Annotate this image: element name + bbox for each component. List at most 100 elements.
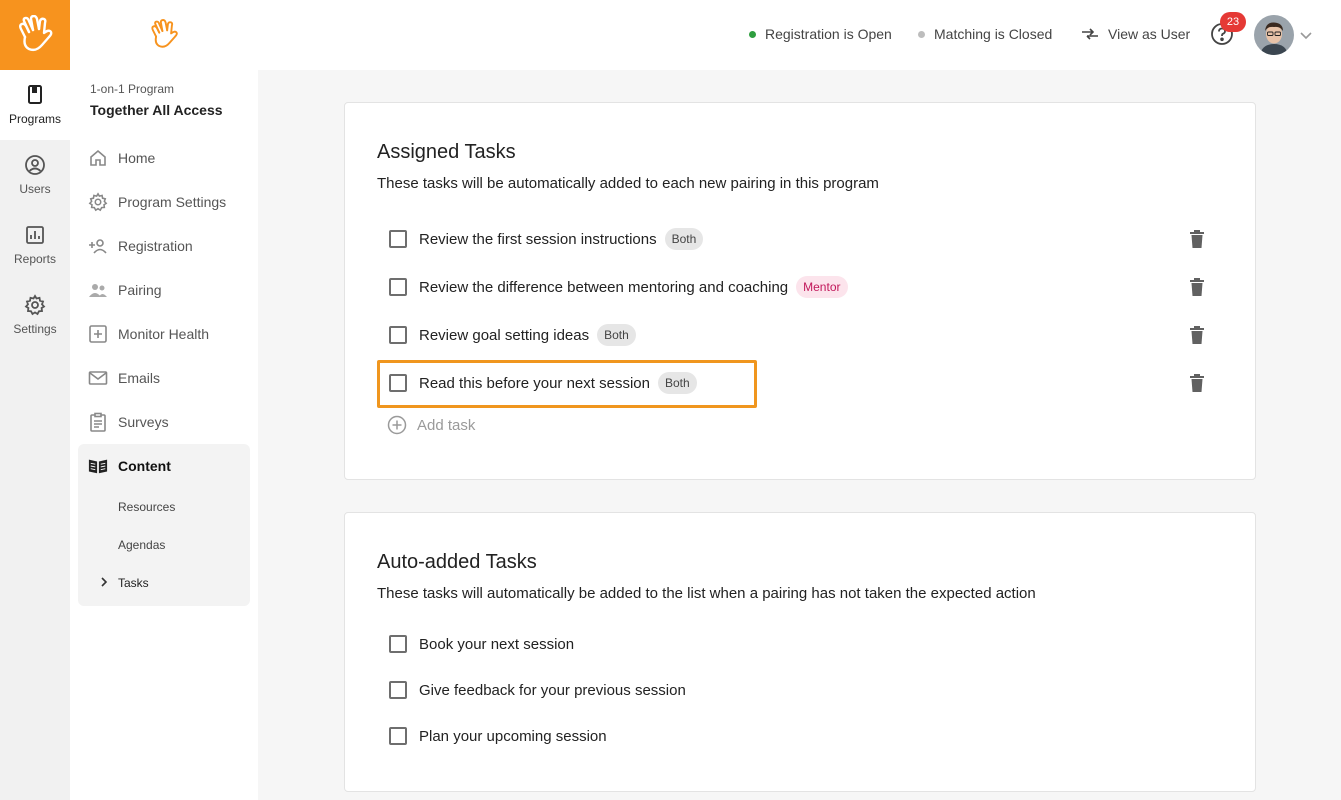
- rail-reports[interactable]: Reports: [0, 210, 70, 280]
- rail-label-programs: Programs: [8, 112, 61, 126]
- nav-label-content: Content: [118, 458, 171, 474]
- nav-group-content: Content Resources Agendas Tasks: [78, 444, 250, 606]
- hand-logo-icon: [151, 19, 178, 48]
- task-checkbox[interactable]: [389, 635, 407, 653]
- status-open-dot: [749, 30, 756, 38]
- add-task-button[interactable]: Add task: [387, 415, 475, 435]
- task-checkbox[interactable]: [389, 681, 407, 699]
- nav-item-registration[interactable]: Registration: [78, 224, 250, 268]
- user-avatar-icon: [1254, 15, 1294, 55]
- role-badge: Both: [657, 372, 697, 394]
- program-name: Together All Access: [90, 102, 223, 118]
- user-circle-icon: [25, 155, 45, 175]
- sub-label-resources: Resources: [118, 500, 176, 514]
- trash-icon[interactable]: [1187, 372, 1207, 394]
- nav-item-program-settings[interactable]: Program Settings: [78, 180, 250, 224]
- hand-logo-icon: [19, 15, 53, 52]
- plus-square-icon: [89, 325, 107, 343]
- add-user-icon: [89, 239, 107, 254]
- view-as-user-button[interactable]: View as User: [1081, 26, 1190, 42]
- task-label[interactable]: Review the first session instructions: [419, 231, 657, 248]
- view-as-user-label: View as User: [1108, 26, 1191, 42]
- task-row: Give feedback for your previous session: [389, 676, 686, 704]
- task-row: Read this before your next session Both: [389, 369, 697, 397]
- chevron-right-icon: [101, 577, 108, 587]
- task-checkbox[interactable]: [389, 374, 407, 392]
- registration-status-label: Registration is Open: [765, 26, 892, 42]
- assigned-tasks-card: Assigned Tasks These tasks will be autom…: [344, 102, 1256, 480]
- matching-status-label: Matching is Closed: [934, 26, 1053, 42]
- open-book-icon: [88, 459, 108, 474]
- trash-icon[interactable]: [1187, 228, 1207, 250]
- assigned-tasks-description: These tasks will be automatically added …: [377, 175, 879, 192]
- nav-item-monitor-health[interactable]: Monitor Health: [78, 312, 250, 356]
- mail-icon: [88, 371, 108, 385]
- task-label[interactable]: Read this before your next session: [419, 375, 650, 392]
- nav-label-surveys: Surveys: [118, 414, 169, 430]
- auto-tasks-title: Auto-added Tasks: [377, 551, 537, 573]
- gear-icon: [24, 294, 46, 316]
- gear-icon: [88, 192, 108, 212]
- task-row: Plan your upcoming session: [389, 722, 607, 750]
- registration-status[interactable]: Registration is Open: [749, 26, 892, 42]
- sub-item-resources[interactable]: Resources: [78, 488, 250, 526]
- swap-icon: [1082, 28, 1098, 40]
- nav-item-content[interactable]: Content: [78, 444, 250, 488]
- matching-status[interactable]: Matching is Closed: [918, 26, 1052, 42]
- task-row: Review the first session instructions Bo…: [389, 225, 704, 253]
- nav-item-pairing[interactable]: Pairing: [78, 268, 250, 312]
- nav-item-emails[interactable]: Emails: [78, 356, 250, 400]
- role-badge: Both: [664, 228, 704, 250]
- app-logo[interactable]: [0, 0, 70, 70]
- program-kind: 1-on-1 Program: [90, 82, 175, 96]
- task-checkbox[interactable]: [389, 278, 407, 296]
- task-label[interactable]: Plan your upcoming session: [419, 728, 607, 745]
- rail-programs[interactable]: Programs: [0, 70, 70, 140]
- sub-item-agendas[interactable]: Agendas: [78, 526, 250, 564]
- chevron-down-icon[interactable]: [1299, 28, 1313, 42]
- rail-settings[interactable]: Settings: [0, 280, 70, 350]
- task-row: Review goal setting ideas Both: [389, 321, 636, 349]
- task-label[interactable]: Review goal setting ideas: [419, 327, 589, 344]
- top-bar: Registration is Open Matching is Closed …: [258, 0, 1341, 70]
- add-circle-icon: [387, 415, 407, 435]
- task-row: Review the difference between mentoring …: [389, 273, 848, 301]
- task-checkbox[interactable]: [389, 727, 407, 745]
- nav-label-program-settings: Program Settings: [118, 194, 227, 210]
- chart-icon: [26, 226, 44, 244]
- sub-item-tasks[interactable]: Tasks: [78, 564, 250, 602]
- app-rail: Programs Users Reports Settings: [0, 0, 70, 800]
- task-label[interactable]: Review the difference between mentoring …: [419, 279, 788, 296]
- nav-label-pairing: Pairing: [118, 282, 162, 298]
- nav-label-registration: Registration: [118, 238, 193, 254]
- trash-icon[interactable]: [1187, 276, 1207, 298]
- trash-icon[interactable]: [1187, 324, 1207, 346]
- task-label[interactable]: Give feedback for your previous session: [419, 682, 686, 699]
- avatar[interactable]: [1254, 15, 1294, 55]
- nav-label-monitor-health: Monitor Health: [118, 326, 210, 342]
- rail-label-reports: Reports: [13, 252, 57, 266]
- book-icon: [28, 85, 42, 104]
- add-task-label: Add task: [417, 416, 476, 434]
- nav-item-surveys[interactable]: Surveys: [78, 400, 250, 444]
- auto-tasks-description: These tasks will automatically be added …: [377, 585, 1036, 602]
- nav-item-home[interactable]: Home: [78, 136, 250, 180]
- sub-label-tasks: Tasks: [118, 576, 149, 590]
- task-checkbox[interactable]: [389, 326, 407, 344]
- task-label[interactable]: Book your next session: [419, 636, 574, 653]
- nav-label-home: Home: [118, 150, 156, 166]
- program-nav: Home Program Settings Registration Pairi…: [78, 136, 250, 606]
- sub-label-agendas: Agendas: [118, 538, 166, 552]
- task-checkbox[interactable]: [389, 230, 407, 248]
- assigned-tasks-title: Assigned Tasks: [377, 141, 516, 163]
- rail-users[interactable]: Users: [0, 140, 70, 210]
- home-icon: [90, 149, 106, 166]
- program-sidebar: 1-on-1 Program Together All Access Home …: [70, 0, 258, 800]
- status-closed-dot: [918, 30, 925, 38]
- people-icon: [89, 284, 107, 297]
- sidebar-logo: [70, 0, 258, 70]
- notification-badge[interactable]: 23: [1220, 12, 1246, 32]
- task-row: Book your next session: [389, 630, 574, 658]
- nav-label-emails: Emails: [118, 370, 161, 386]
- role-badge: Both: [597, 324, 636, 346]
